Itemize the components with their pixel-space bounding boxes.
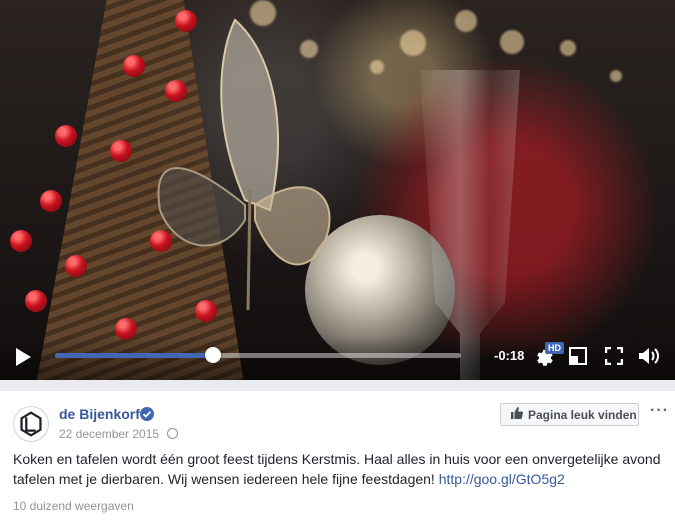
red-berry: [10, 230, 32, 252]
fullscreen-icon[interactable]: [605, 347, 623, 365]
video-frame[interactable]: -0:18 HD: [0, 0, 675, 380]
thumbs-up-icon: [511, 407, 524, 422]
red-berry: [123, 55, 145, 77]
view-count: 10 duizend weergaven: [13, 499, 134, 513]
like-page-button[interactable]: Pagina leuk vinden: [500, 403, 639, 426]
post-date[interactable]: 22 december 2015: [59, 427, 159, 441]
video-progress-fill: [55, 353, 214, 358]
post-text: Koken en tafelen wordt één groot feest t…: [13, 449, 663, 489]
verified-badge-icon: [140, 407, 154, 421]
more-options-icon[interactable]: ···: [650, 402, 669, 420]
bokeh-light: [370, 60, 384, 74]
picture-in-picture-icon[interactable]: [569, 347, 587, 365]
like-page-label: Pagina leuk vinden: [528, 407, 637, 422]
bokeh-light: [455, 10, 477, 32]
butterfly-decoration: [157, 18, 331, 310]
video-seek-bar[interactable]: [55, 347, 461, 363]
bokeh-light: [610, 70, 622, 82]
red-berry: [55, 125, 77, 147]
post-link[interactable]: http://goo.gl/GtO5g2: [439, 471, 565, 487]
hd-badge: HD: [545, 342, 564, 354]
bokeh-light: [500, 30, 524, 54]
red-berry: [40, 190, 62, 212]
red-berry: [25, 290, 47, 312]
globe-privacy-icon[interactable]: [167, 428, 178, 439]
red-berry: [110, 140, 132, 162]
bokeh-light: [400, 30, 426, 56]
play-icon[interactable]: [16, 348, 31, 366]
time-remaining: -0:18: [494, 348, 525, 363]
page-avatar[interactable]: [13, 406, 49, 442]
bokeh-light: [560, 40, 576, 56]
volume-icon[interactable]: [638, 346, 662, 366]
red-berry: [65, 255, 87, 277]
page-name-link[interactable]: de Bijenkorf: [59, 406, 140, 422]
